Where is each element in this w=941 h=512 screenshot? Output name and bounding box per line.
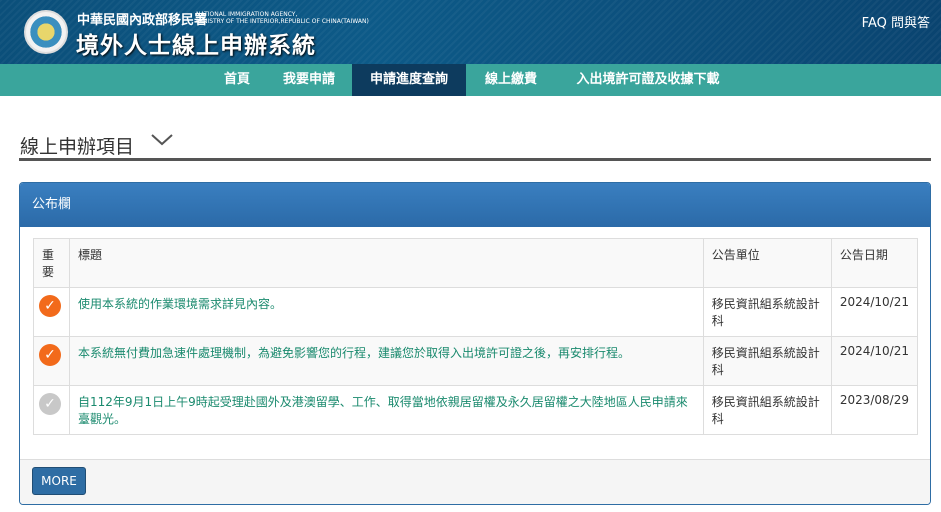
nav-apply[interactable]: 我要申請 xyxy=(274,64,344,96)
unit: 移民資訊組系統設計科 xyxy=(702,336,832,386)
divider xyxy=(19,158,931,161)
date: 2024/10/21 xyxy=(830,287,919,337)
bulletin-link[interactable]: 自112年9月1日上午9時起受理赴國外及港澳留學、工作、取得當地依親居留權及永久… xyxy=(78,395,688,426)
panel-footer: MORE xyxy=(20,459,930,504)
bulletin-link[interactable]: 使用本系統的作業環境需求詳見內容。 xyxy=(78,297,282,311)
important-check-icon: ✓ xyxy=(39,344,61,366)
nav-payment[interactable]: 線上繳費 xyxy=(476,64,546,96)
col-title: 標題 xyxy=(68,238,704,288)
agency-en-line-2: MINISTRY OF THE INTERIOR,REPUBLIC OF CHI… xyxy=(196,18,369,25)
normal-check-icon: ✓ xyxy=(39,393,61,415)
site-header: 中華民國內政部移民署 NATIONAL IMMIGRATION AGENCY, M… xyxy=(0,0,941,64)
col-date: 公告日期 xyxy=(830,238,919,288)
main-nav: 首頁 我要申請 申請進度查詢 線上繳費 入出境許可證及收據下載 xyxy=(0,64,941,96)
date: 2024/10/21 xyxy=(830,336,919,386)
more-button[interactable]: MORE xyxy=(32,467,86,495)
nav-download[interactable]: 入出境許可證及收據下載 xyxy=(562,64,734,96)
system-name[interactable]: 境外人士線上申辦系統 xyxy=(76,26,316,60)
chevron-down-icon[interactable] xyxy=(151,133,173,147)
bulletin-link[interactable]: 本系統無付費加急速件處理機制，為避免影響您的行程，建議您於取得入出境許可證之後，… xyxy=(78,346,630,360)
nav-progress[interactable]: 申請進度查詢 xyxy=(352,64,466,96)
important-check-icon: ✓ xyxy=(39,295,61,317)
panel-title: 公布欄 xyxy=(20,183,930,227)
agency-name-en: NATIONAL IMMIGRATION AGENCY, MINISTRY OF … xyxy=(196,11,369,25)
bulletin-table: 重要 標題 公告單位 公告日期 ✓ 使用本系統的作業環境需求詳見內容。 移民資訊… xyxy=(33,238,919,435)
unit: 移民資訊組系統設計科 xyxy=(702,385,832,435)
table-row: ✓ 使用本系統的作業環境需求詳見內容。 移民資訊組系統設計科 2024/10/2… xyxy=(33,287,919,337)
faq-link[interactable]: FAQ 問與答 xyxy=(862,12,930,31)
col-unit: 公告單位 xyxy=(702,238,832,288)
bulletin-panel: 公布欄 重要 標題 公告單位 公告日期 ✓ 使用本系統的作業環境需求詳見內容。 … xyxy=(19,182,931,505)
col-important: 重要 xyxy=(33,238,70,288)
unit: 移民資訊組系統設計科 xyxy=(702,287,832,337)
date: 2023/08/29 xyxy=(830,385,919,435)
table-row: ✓ 本系統無付費加急速件處理機制，為避免影響您的行程，建議您於取得入出境許可證之… xyxy=(33,336,919,386)
agency-en-line-1: NATIONAL IMMIGRATION AGENCY, xyxy=(196,11,298,18)
agency-logo[interactable] xyxy=(24,10,68,54)
section-title[interactable]: 線上申辦項目 xyxy=(20,132,134,159)
table-row: ✓ 自112年9月1日上午9時起受理赴國外及港澳留學、工作、取得當地依親居留權及… xyxy=(33,385,919,435)
nav-home[interactable]: 首頁 xyxy=(216,64,258,96)
